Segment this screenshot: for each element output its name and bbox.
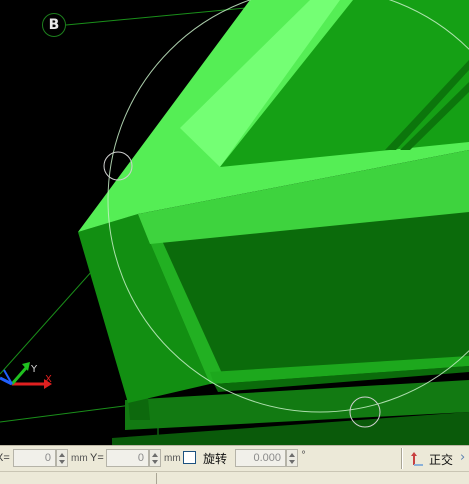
rotate-label: 旋转	[203, 452, 228, 466]
spin-down-icon	[289, 460, 295, 464]
x-coordinate-field[interactable]: 0	[13, 449, 56, 467]
angle-unit: °	[301, 450, 306, 461]
ortho-button[interactable]: 正交	[409, 448, 453, 470]
status-bar: X= 0 mm Y= 0 mm 旋转 0.000 ° 正交 ›	[0, 445, 469, 471]
x-unit: mm	[71, 453, 88, 464]
y-coordinate-field[interactable]: 0	[106, 449, 149, 467]
separator	[156, 473, 157, 484]
ucs-icon: Y X	[0, 362, 52, 389]
spin-up-icon	[59, 453, 65, 457]
cad-viewport[interactable]: Y X B	[0, 0, 469, 445]
bottom-status-strip	[0, 471, 469, 484]
guide-line	[0, 403, 141, 423]
y-spinner[interactable]	[149, 449, 161, 467]
angle-field[interactable]: 0.000	[235, 449, 286, 467]
spin-up-icon	[152, 453, 158, 457]
rotate-checkbox[interactable]	[183, 451, 196, 464]
separator	[401, 448, 403, 469]
angle-spinner[interactable]	[286, 449, 298, 467]
ucs-x-label: X	[45, 374, 52, 385]
ortho-icon	[411, 452, 423, 466]
y-label: Y=	[90, 452, 104, 464]
spin-up-icon	[289, 453, 295, 457]
y-axis-arrow	[10, 367, 28, 385]
more-icon[interactable]: ›	[460, 451, 469, 465]
model-canvas: Y X	[0, 0, 469, 445]
ucs-y-label: Y	[30, 364, 38, 375]
spin-down-icon	[59, 460, 65, 464]
ortho-label: 正交	[429, 452, 454, 467]
x-label: X=	[0, 452, 10, 464]
grid-axis-marker[interactable]: B	[42, 13, 66, 37]
y-unit: mm	[164, 453, 181, 464]
x-spinner[interactable]	[56, 449, 68, 467]
spin-down-icon	[152, 460, 158, 464]
